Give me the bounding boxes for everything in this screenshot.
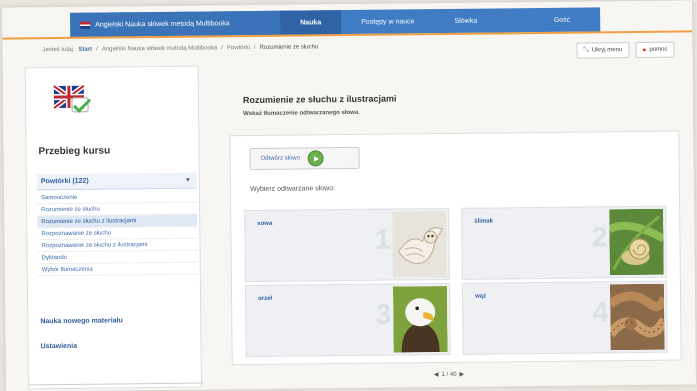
nav-brand-label: Angielski Nauka słówek metodą Multibooka	[95, 19, 230, 29]
sidebar-sublist: Samouczenie Rozumienie ze słuchu Rozumie…	[36, 190, 198, 277]
owl-image	[392, 210, 447, 278]
nav-item-postepy[interactable]: Postępy w nauce	[341, 9, 435, 34]
help-icon: ●	[642, 46, 647, 54]
pager-label: 1 / 40	[441, 371, 457, 378]
breadcrumb-separator: /	[96, 46, 98, 53]
answer-number: 3	[375, 298, 392, 330]
play-icon	[307, 150, 325, 167]
answer-card-slimak[interactable]: ślimak 2	[461, 205, 667, 280]
breadcrumb-separator: /	[253, 44, 256, 51]
help-button[interactable]: ● pomoc	[635, 41, 675, 58]
snail-image	[609, 208, 664, 276]
answer-word: orzeł	[258, 295, 273, 302]
hide-menu-label: Ukryj menu	[591, 47, 623, 54]
hide-menu-button[interactable]: ⤡ Ukryj menu	[576, 42, 630, 59]
play-word-label: Odtwórz słowo	[260, 155, 300, 162]
page-title: Rozumienie ze słuchu z ilustracjami	[242, 93, 397, 106]
breadcrumb-item-course[interactable]: Angielski Nauka słówek metodą Multibooka	[102, 45, 217, 52]
sidebar-title: Przebieg kursu	[38, 145, 111, 158]
breadcrumb-item-current: Rozumienie ze słuchu	[259, 44, 319, 51]
answer-card-sowa[interactable]: sowa 1	[244, 207, 450, 283]
sidebar-item-wybor-tlumaczenia[interactable]: Wybór tłumaczenia	[37, 262, 198, 277]
sidebar-section-label: Powtórki (122)	[40, 177, 89, 186]
collapse-icon: ⤡	[583, 46, 589, 54]
choose-word-prompt: Wybierz odtwarzane słowo:	[249, 185, 336, 194]
sidebar-link-ustawienia[interactable]: Ustawienia	[41, 343, 78, 350]
play-word-button[interactable]: Odtwórz słowo	[249, 146, 360, 171]
answer-word: wąż	[475, 293, 487, 300]
nav-item-nauka[interactable]: Nauka	[280, 10, 342, 35]
sidebar: Przebieg kursu Powtórki (122) ▼ Samoucze…	[24, 65, 203, 390]
page: Angielski Nauka słówek metodą Multibooka…	[2, 0, 696, 391]
breadcrumb-prefix: Jesteś tutaj:	[42, 46, 75, 54]
divider	[28, 382, 203, 386]
pager: ◀ 1 / 40 ▶	[434, 371, 464, 378]
answer-word: ślimak	[474, 218, 493, 225]
caret-down-icon: ▼	[184, 177, 191, 184]
breadcrumb: Jesteś tutaj: Start / Angielski Nauka sł…	[42, 44, 318, 53]
eagle-image	[392, 285, 448, 353]
course-logo-icon	[52, 83, 92, 113]
instruction-text: Wskaż tłumaczenie odtwarzanego słowa.	[243, 109, 360, 118]
top-buttons: ⤡ Ukryj menu ● pomoc	[576, 41, 675, 59]
answer-card-orzel[interactable]: orzeł 3	[244, 282, 451, 358]
flag-icon	[80, 21, 91, 29]
breadcrumb-item-powtorki[interactable]: Powtórki	[227, 45, 250, 51]
answer-word: sowa	[257, 220, 273, 227]
snake-image	[609, 283, 665, 351]
breadcrumb-separator: /	[221, 45, 223, 52]
answer-card-waz[interactable]: wąż 4	[461, 280, 668, 355]
answer-number: 1	[374, 223, 391, 255]
sidebar-section-powtorki[interactable]: Powtórki (122) ▼	[36, 172, 197, 191]
pager-next-icon[interactable]: ▶	[459, 371, 464, 378]
nav-user[interactable]: Gość	[524, 16, 600, 24]
pager-prev-icon[interactable]: ◀	[434, 371, 439, 378]
help-label: pomoc	[649, 46, 668, 53]
answer-number: 4	[592, 296, 609, 328]
breadcrumb-item-start[interactable]: Start	[78, 47, 92, 53]
nav-item-slowka[interactable]: Słówka	[434, 8, 497, 33]
sidebar-link-nauka-nowego[interactable]: Nauka nowego materiału	[40, 317, 123, 325]
answer-number: 2	[591, 221, 608, 253]
nav-brand[interactable]: Angielski Nauka słówek metodą Multibooka	[70, 10, 281, 37]
